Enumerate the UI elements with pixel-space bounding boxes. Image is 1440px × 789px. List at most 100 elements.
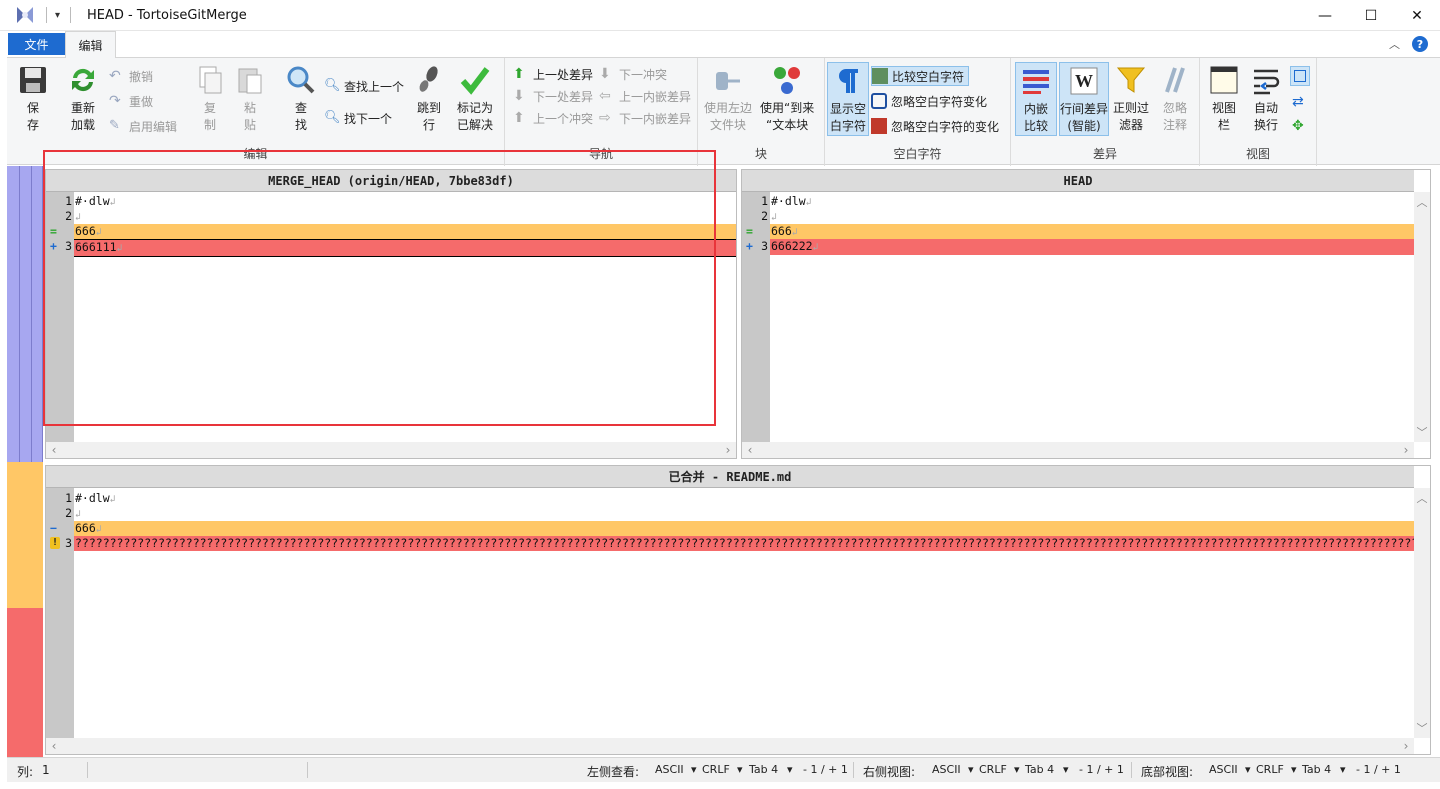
view-bar-button[interactable]: 视图 栏 xyxy=(1208,64,1240,134)
use-left-block-icon xyxy=(716,72,740,90)
eol-marker-icon: ↲ xyxy=(116,243,123,254)
line-number: 2 xyxy=(65,209,72,223)
bottom-tab-dropdown[interactable]: Tab 4 xyxy=(1302,763,1331,776)
bottom-eol-dropdown[interactable]: CRLF xyxy=(1256,763,1284,776)
next-conflict-button[interactable]: ⬇ 下一冲突 xyxy=(599,64,667,84)
code-line[interactable]: 2 ↲ xyxy=(742,209,1414,224)
compare-whitespace-button[interactable]: 比较空白字符 xyxy=(871,66,970,86)
code-line-changed[interactable]: + 3 666222↲ xyxy=(742,239,1414,255)
code-line[interactable]: 1 #·dlw↲ xyxy=(46,194,736,209)
collapse-arrows-icon: ✥ xyxy=(1292,118,1304,134)
vertical-scrollbar[interactable]: ︿ ﹀ xyxy=(1414,192,1430,442)
scroll-down-icon[interactable]: ﹀ xyxy=(1414,720,1430,736)
scroll-up-icon[interactable]: ︿ xyxy=(1414,490,1430,506)
bottom-pane-merged[interactable]: 已合并 - README.md 1 #·dlw↲ 2 ↲ − 666↲ ! 3 … xyxy=(45,465,1431,755)
save-button[interactable]: 保 存 xyxy=(17,64,49,134)
code-line-conflict[interactable]: = 666↲ xyxy=(46,224,736,240)
left-eol-dropdown[interactable]: CRLF xyxy=(702,763,730,776)
location-bar-bottom[interactable] xyxy=(7,462,43,757)
footprints-icon xyxy=(419,66,438,92)
line-diff-smart-button[interactable]: W 行间差异 (智能) xyxy=(1059,62,1109,136)
inline-diff-button[interactable]: 内嵌 比较 xyxy=(1015,62,1057,136)
scroll-right-icon[interactable]: › xyxy=(1398,738,1414,754)
scroll-right-icon[interactable]: › xyxy=(720,442,736,458)
find-button[interactable]: 查 找 xyxy=(285,64,317,134)
scroll-down-icon[interactable]: ﹀ xyxy=(1414,424,1430,440)
next-inline-diff-button[interactable]: ⇨ 下一内嵌差异 xyxy=(599,108,691,128)
reload-button[interactable]: 重新 加载 xyxy=(67,64,99,134)
floppy-disk-icon xyxy=(20,67,46,93)
code-line-changed[interactable]: + 3 666111↲ xyxy=(46,239,736,257)
inline-label-1: 内嵌 xyxy=(1023,102,1048,116)
dropdown-arrow-icon: ▾ xyxy=(1340,763,1346,776)
line-text: #·dlw xyxy=(75,194,110,208)
tortoisegit-app-icon[interactable] xyxy=(14,4,36,26)
prev-diff-button[interactable]: ⬆ 上一处差异 xyxy=(513,64,593,84)
goto-line-button[interactable]: 跳到 行 xyxy=(413,64,445,134)
help-icon[interactable]: ? xyxy=(1412,36,1428,52)
close-button[interactable]: ✕ xyxy=(1394,0,1440,31)
ignore-all-whitespace-button[interactable]: 忽略空白字符的变化 xyxy=(871,116,999,136)
reload-label-2: 加载 xyxy=(70,118,95,132)
scroll-right-icon[interactable]: › xyxy=(1398,442,1414,458)
right-tab-dropdown[interactable]: Tab 4 xyxy=(1025,763,1054,776)
left-pane-merge-head[interactable]: MERGE_HEAD (origin/HEAD, 7bbe83df) 1 #·d… xyxy=(45,169,737,459)
code-line[interactable]: 2 ↲ xyxy=(46,209,736,224)
auto-wrap-button[interactable]: 自动 换行 xyxy=(1250,64,1282,134)
swap-views-button[interactable]: ⇄ xyxy=(1292,92,1304,112)
right-pane-head[interactable]: HEAD 1 #·dlw↲ 2 ↲ = 666↲ + 3 666222↲ ︿ ﹀… xyxy=(741,169,1431,459)
left-tab-dropdown[interactable]: Tab 4 xyxy=(749,763,778,776)
paste-button[interactable]: 粘 贴 xyxy=(234,64,266,134)
right-eol-dropdown[interactable]: CRLF xyxy=(979,763,1007,776)
code-line-conflict-unresolved[interactable]: ! 3 ????????????????????????????????????… xyxy=(46,536,1414,551)
tab-edit[interactable]: 编辑 xyxy=(65,31,116,58)
scroll-left-icon[interactable]: ‹ xyxy=(46,442,62,458)
mark-resolved-button[interactable]: 标记为 已解决 xyxy=(457,64,493,134)
maximize-button[interactable]: ☐ xyxy=(1348,0,1394,31)
find-previous-button[interactable]: 🔍︎ 查找上一个 xyxy=(324,76,404,96)
redo-button[interactable]: ↷ 重做 xyxy=(109,91,153,111)
line-text: 666111 xyxy=(75,240,117,254)
use-left-block-button[interactable]: 使用左边 文件块 xyxy=(704,64,752,134)
horizontal-scrollbar[interactable]: ‹ › xyxy=(742,442,1414,458)
ignore-ws-change-button[interactable]: 忽略空白字符变化 xyxy=(871,91,987,111)
use-this-block-button[interactable]: 使用“到来 “文本块 xyxy=(760,64,814,134)
find-next-button[interactable]: 🔍︎ 找下一个 xyxy=(324,108,392,128)
regex-filter-button[interactable]: 正则过 滤器 xyxy=(1113,64,1149,134)
bottom-encoding-dropdown[interactable]: ASCII xyxy=(1209,763,1238,776)
prev-diff-label: 上一处差异 xyxy=(533,67,594,82)
code-line-conflict[interactable]: = 666↲ xyxy=(742,224,1414,240)
ignore-comments-button[interactable]: 忽略 注释 xyxy=(1159,64,1191,134)
tab-file[interactable]: 文件 xyxy=(8,33,65,55)
prev-inline-diff-button[interactable]: ⇦ 上一内嵌差异 xyxy=(599,86,691,106)
collapse-ribbon-icon[interactable]: ︿ xyxy=(1389,36,1400,52)
view-layout-toggle[interactable] xyxy=(1290,66,1310,86)
location-bar-top[interactable] xyxy=(7,166,43,462)
enable-edit-button[interactable]: ✎ 启用编辑 xyxy=(109,116,177,136)
scroll-up-icon[interactable]: ︿ xyxy=(1414,194,1430,210)
horizontal-scrollbar[interactable]: ‹ › xyxy=(46,442,736,458)
vertical-scrollbar[interactable]: ︿ ﹀ xyxy=(1414,488,1430,738)
prev-conflict-button[interactable]: ⬆ 上一个冲突 xyxy=(513,108,593,128)
swap-arrows-icon: ⇄ xyxy=(1292,94,1304,110)
show-whitespace-button[interactable]: 显示空 白字符 xyxy=(827,62,869,136)
location-bar-divider xyxy=(19,166,20,462)
scroll-left-icon[interactable]: ‹ xyxy=(742,442,758,458)
copy-button[interactable]: 复 制 xyxy=(194,64,226,134)
left-encoding-dropdown[interactable]: ASCII xyxy=(655,763,684,776)
right-encoding-dropdown[interactable]: ASCII xyxy=(932,763,961,776)
next-diff-button[interactable]: ⬇ 下一处差异 xyxy=(513,86,593,106)
edit-pencil-icon: ✎ xyxy=(109,118,120,133)
undo-button[interactable]: ↶ 撤销 xyxy=(109,66,153,86)
code-line[interactable]: 1 #·dlw↲ xyxy=(46,491,1414,506)
code-line[interactable]: 2 ↲ xyxy=(46,506,1414,521)
collapse-view-button[interactable]: ✥ xyxy=(1292,116,1304,136)
ignore-comments-label-1: 忽略 xyxy=(1162,101,1187,115)
code-line[interactable]: 1 #·dlw↲ xyxy=(742,194,1414,209)
horizontal-scrollbar[interactable]: ‹ › xyxy=(46,738,1414,754)
quick-access-dropdown-icon[interactable]: ▾ xyxy=(55,10,60,21)
scroll-left-icon[interactable]: ‹ xyxy=(46,738,62,754)
group-label-whitespace: 空白字符 xyxy=(893,147,942,161)
minimize-button[interactable]: — xyxy=(1302,0,1348,31)
code-line-conflict[interactable]: − 666↲ xyxy=(46,521,1414,537)
